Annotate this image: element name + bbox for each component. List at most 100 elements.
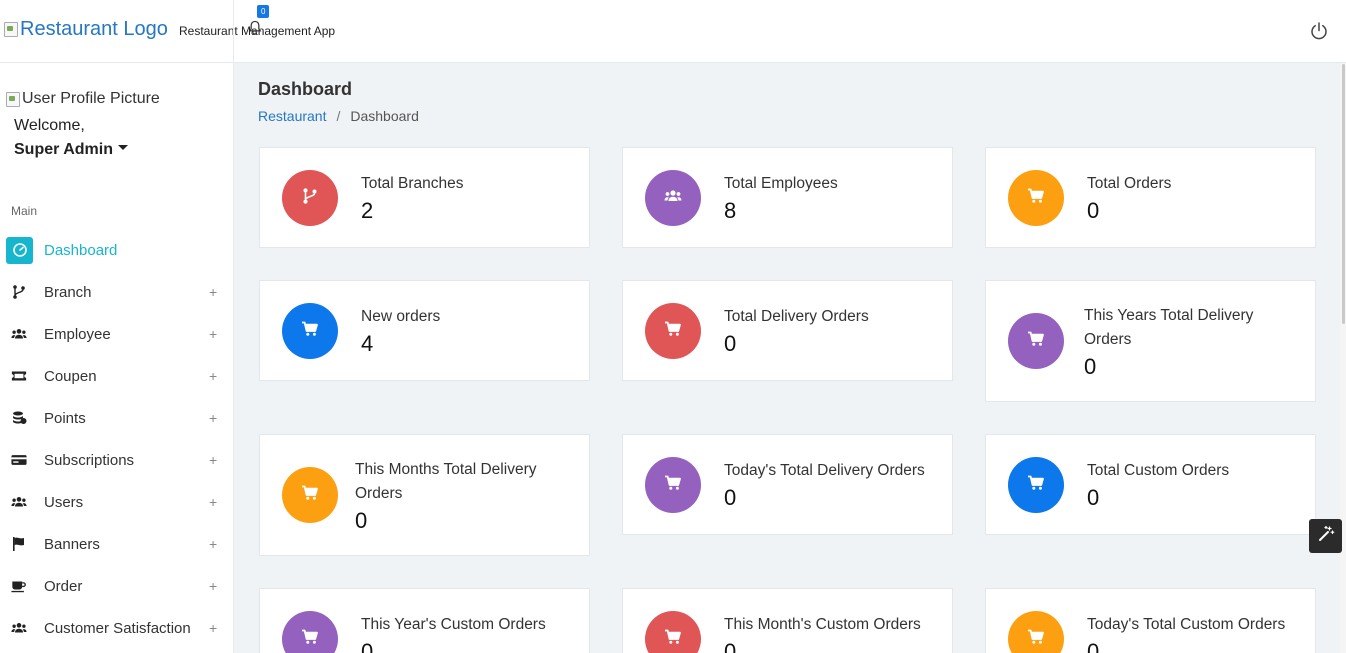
user-menu-toggle[interactable]: Super Admin	[14, 141, 128, 159]
cart-icon	[301, 320, 319, 343]
expand-icon[interactable]: +	[209, 494, 217, 510]
stat-value: 0	[1087, 639, 1100, 653]
stat-card-new-orders: New orders 4	[259, 280, 590, 381]
stat-value: 0	[1084, 354, 1097, 379]
sidebar-item-banners[interactable]: Banners +	[0, 523, 232, 565]
sidebar-item-points[interactable]: Points +	[0, 397, 232, 439]
header-divider	[233, 0, 234, 62]
caret-down-icon	[117, 145, 128, 151]
expand-icon[interactable]: +	[209, 578, 217, 594]
top-header: Restaurant Logo Restaurant Management Ap…	[0, 0, 1346, 63]
stat-card-total-custom-orders: Total Custom Orders 0	[985, 434, 1316, 535]
sidebar-item-subscriptions[interactable]: Subscriptions +	[0, 439, 232, 481]
sidebar-item-customer-satisfaction[interactable]: Customer Satisfaction +	[0, 607, 232, 649]
expand-icon[interactable]: +	[209, 368, 217, 384]
notification-badge: 0	[257, 5, 270, 18]
sidebar-item-label: Dashboard	[44, 241, 118, 259]
branch-icon	[301, 187, 319, 210]
stat-value: 0	[724, 485, 737, 510]
magic-wand-icon	[1317, 525, 1335, 548]
sidebar-item-label: Users	[44, 493, 84, 511]
users-icon	[10, 325, 28, 343]
stat-card-total-orders: Total Orders 0	[985, 147, 1316, 248]
users-icon	[664, 187, 682, 210]
stat-card-total-employees: Total Employees 8	[622, 147, 953, 248]
stat-value: 0	[355, 508, 368, 533]
expand-icon[interactable]: +	[209, 326, 217, 342]
cart-icon	[664, 474, 682, 497]
flag-icon	[10, 535, 28, 553]
expand-icon[interactable]: +	[209, 452, 217, 468]
scrollbar-thumb[interactable]	[1342, 64, 1345, 324]
cart-icon	[1027, 474, 1045, 497]
stat-label-line: Orders	[355, 485, 403, 502]
sidebar-item-label: Subscriptions	[44, 451, 135, 469]
stat-icon-circle	[645, 611, 701, 653]
stat-card-total-branches: Total Branches 2	[259, 147, 590, 248]
sidebar-item-coupen[interactable]: Coupen +	[0, 355, 232, 397]
stat-label: Total Employees	[724, 175, 838, 192]
power-icon[interactable]	[1309, 21, 1329, 41]
stat-icon-circle	[645, 303, 701, 359]
sidebar-item-employee[interactable]: Employee +	[0, 313, 232, 355]
profile-alt-text: User Profile Picture	[22, 90, 160, 107]
stat-card-total-delivery-orders: Total Delivery Orders 0	[622, 280, 953, 381]
stat-value: 0	[724, 331, 737, 356]
stat-value: 8	[724, 198, 737, 223]
users-icon	[10, 493, 28, 511]
sidebar-item-order[interactable]: Order +	[0, 565, 232, 607]
cart-icon	[664, 628, 682, 651]
stat-label: This Months Total Delivery Orders	[355, 458, 536, 506]
stat-value: 0	[1087, 485, 1100, 510]
speedometer-icon	[6, 236, 33, 264]
page-title: Dashboard	[258, 79, 353, 99]
stat-icon-circle	[282, 303, 338, 359]
stat-icon-circle	[1008, 611, 1064, 653]
stat-label: Today's Total Delivery Orders	[724, 462, 925, 479]
bell-icon[interactable]	[248, 20, 262, 36]
brand-logo[interactable]: Restaurant Logo	[4, 18, 168, 41]
users-icon	[10, 619, 28, 637]
breadcrumb-link-restaurant[interactable]: Restaurant	[258, 108, 326, 124]
nav-section-label: Main	[11, 204, 38, 218]
welcome-text: Welcome,	[14, 117, 85, 134]
ticket-icon	[10, 367, 28, 385]
sidebar-item-dashboard[interactable]: Dashboard	[0, 229, 232, 271]
expand-icon[interactable]: +	[209, 410, 217, 426]
stat-label: Today's Total Custom Orders	[1087, 616, 1286, 633]
cart-icon	[1027, 330, 1045, 353]
stat-icon-circle	[282, 467, 338, 523]
cart-icon	[664, 320, 682, 343]
stat-icon-circle	[1008, 313, 1064, 369]
broken-image-icon	[6, 91, 20, 107]
stat-icon-circle	[1008, 170, 1064, 226]
stat-value: 0	[361, 639, 374, 653]
stat-card-this-months-total-delivery-orders: This Months Total Delivery Orders 0	[259, 434, 590, 556]
stat-icon-circle	[645, 170, 701, 226]
stat-label: Total Branches	[361, 175, 464, 192]
stat-label: This Years Total Delivery Orders	[1084, 304, 1253, 352]
user-name: Super Admin	[14, 141, 113, 158]
stat-card-todays-total-delivery-orders: Today's Total Delivery Orders 0	[622, 434, 953, 535]
stat-icon-circle	[645, 457, 701, 513]
stat-label: This Year's Custom Orders	[361, 616, 546, 633]
broken-image-icon	[4, 22, 18, 37]
breadcrumb-separator: /	[336, 108, 341, 124]
stat-label: Total Custom Orders	[1087, 462, 1230, 479]
stat-icon-circle	[282, 170, 338, 226]
stat-label: This Month's Custom Orders	[724, 616, 921, 633]
coffee-icon	[10, 577, 28, 595]
cart-icon	[1027, 187, 1045, 210]
expand-icon[interactable]: +	[209, 620, 217, 636]
sidebar-item-label: Coupen	[44, 367, 97, 385]
expand-icon[interactable]: +	[209, 284, 217, 300]
stat-value: 0	[1087, 198, 1100, 223]
stat-label: Total Orders	[1087, 175, 1172, 192]
theme-customizer-button[interactable]	[1309, 519, 1342, 553]
credit-card-icon	[10, 451, 28, 469]
sidebar: User Profile Picture Welcome, Super Admi…	[0, 62, 234, 653]
coins-icon	[10, 409, 28, 427]
expand-icon[interactable]: +	[209, 536, 217, 552]
sidebar-item-users[interactable]: Users +	[0, 481, 232, 523]
sidebar-item-branch[interactable]: Branch +	[0, 271, 232, 313]
